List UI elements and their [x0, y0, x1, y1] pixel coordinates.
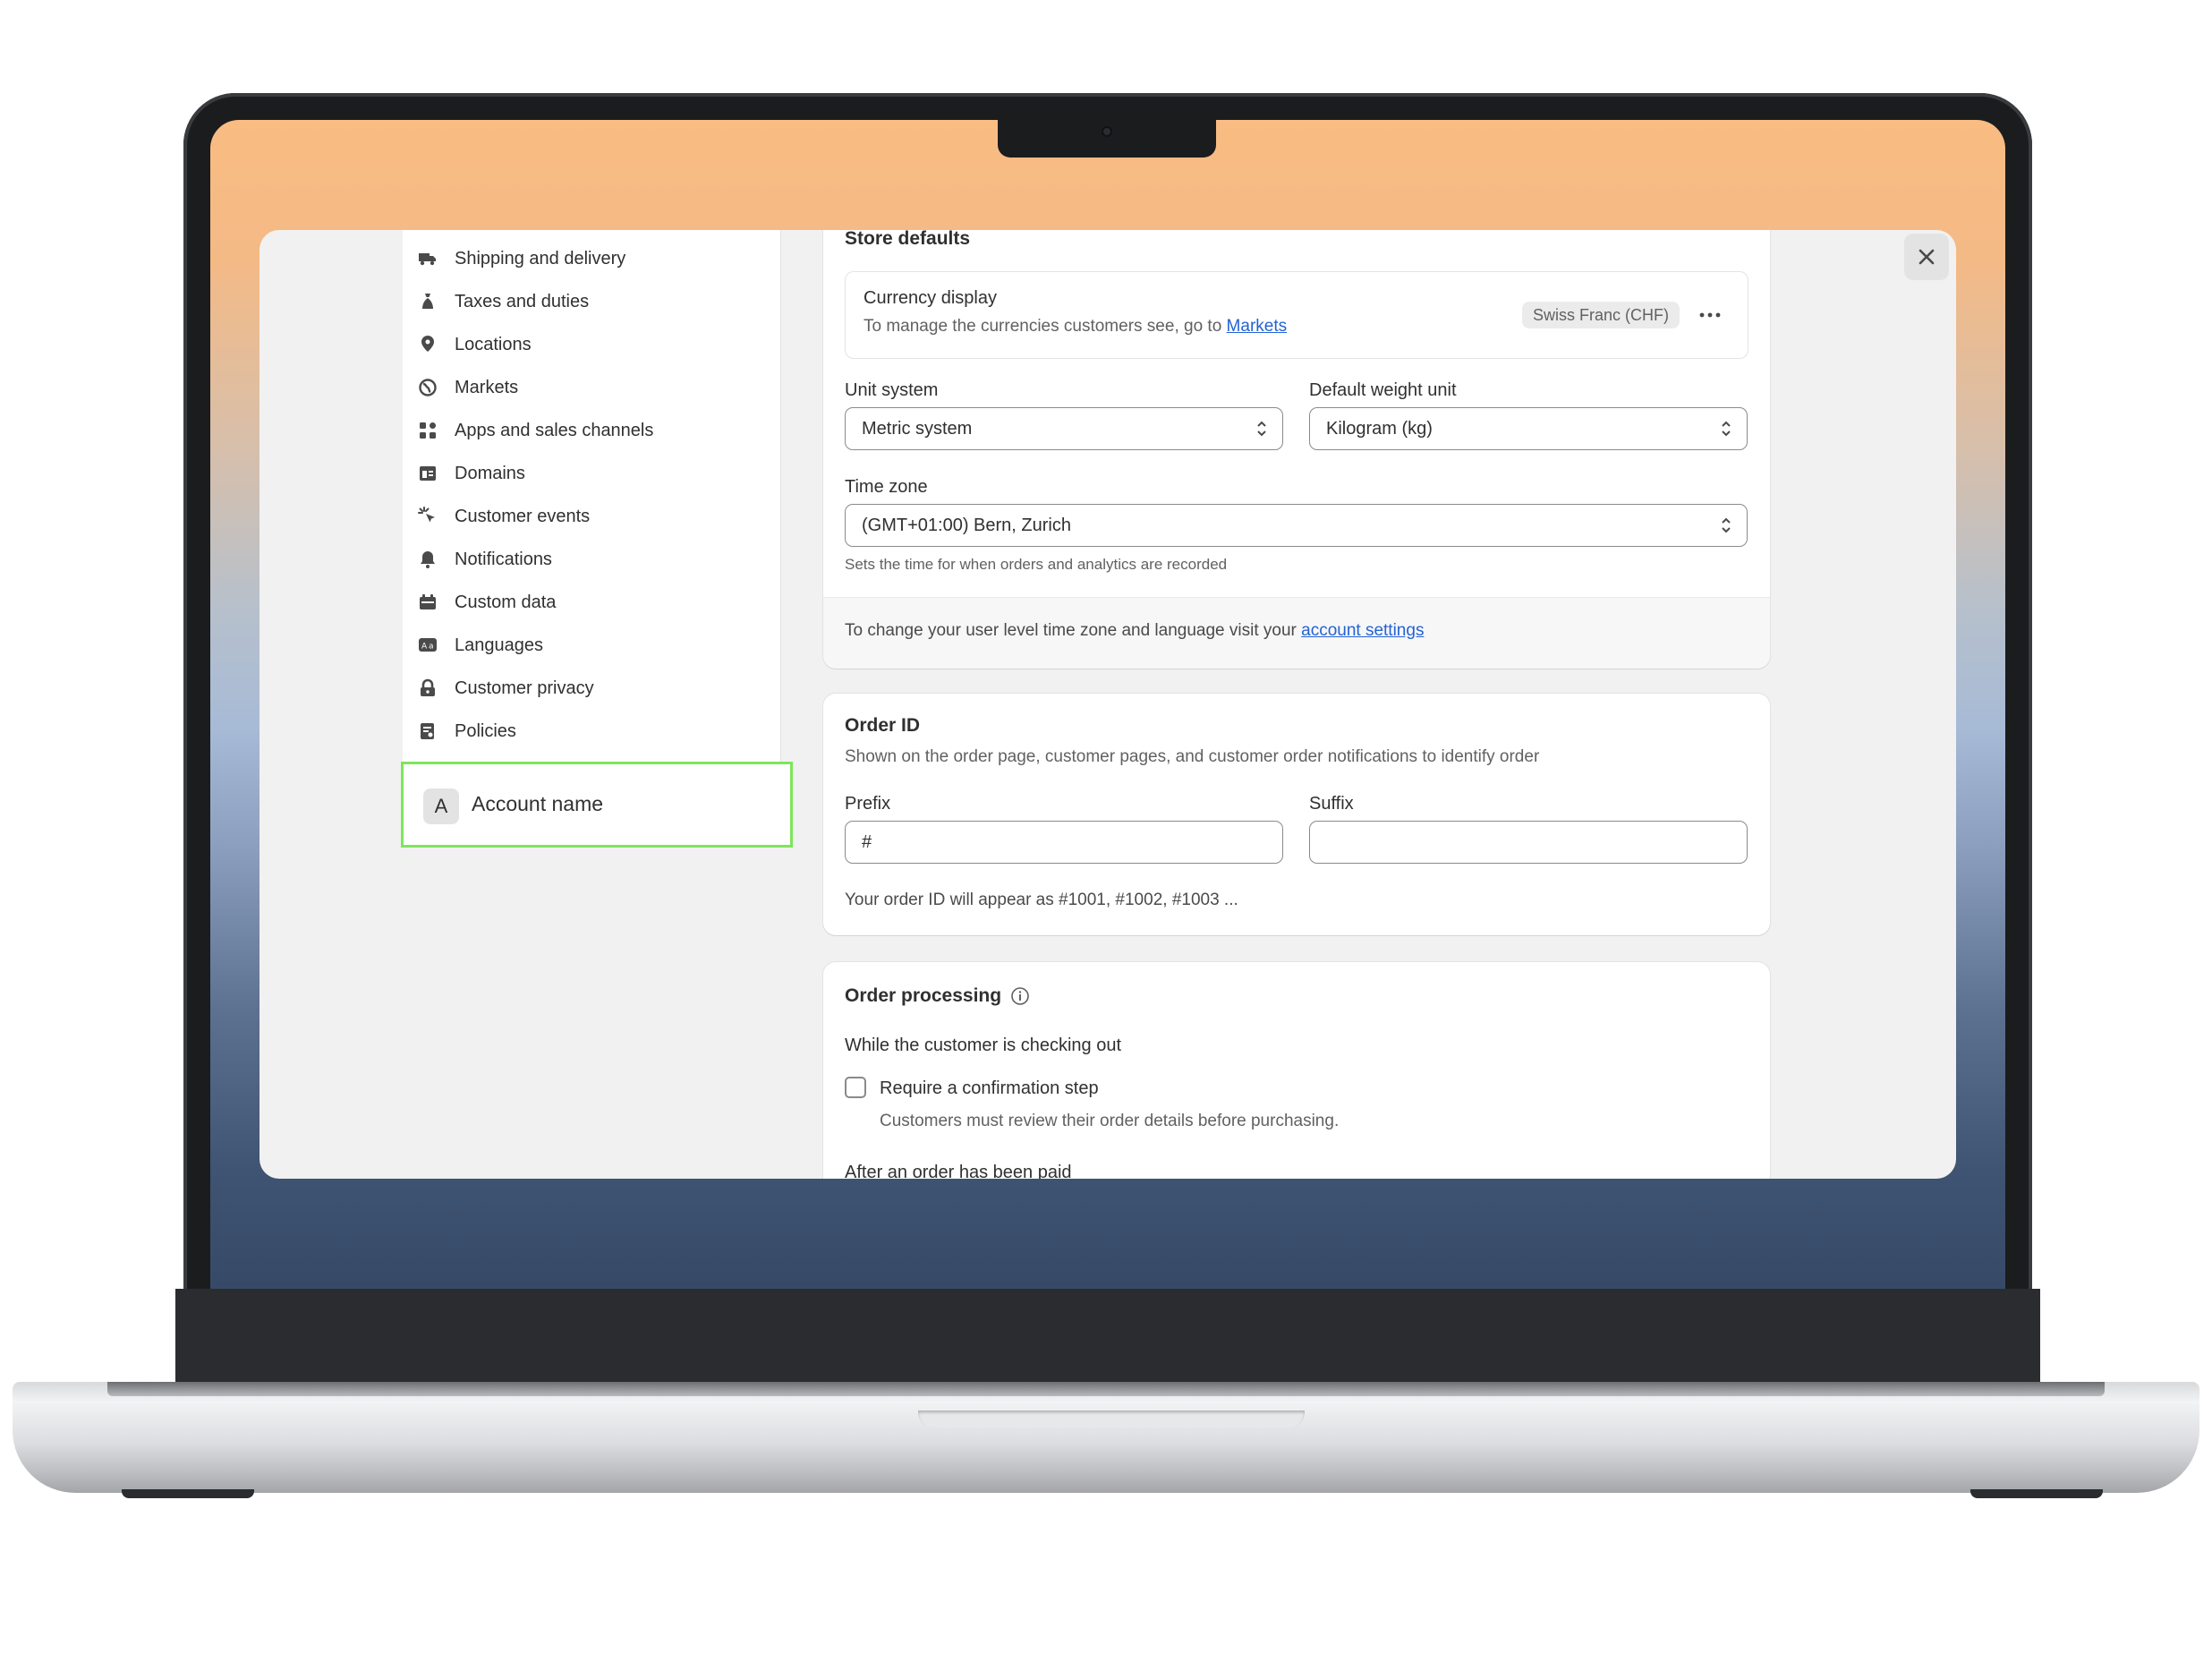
prefix-label: Prefix: [845, 794, 891, 814]
more-horizontal-icon: [1699, 312, 1721, 318]
currency-description-text: To manage the currencies customers see, …: [864, 317, 1222, 336]
more-actions-button[interactable]: [1694, 301, 1726, 329]
suffix-label: Suffix: [1309, 794, 1354, 814]
sidebar-item-customer-privacy[interactable]: Customer privacy: [417, 670, 594, 706]
section-title: Store defaults: [845, 230, 971, 249]
currency-description: To manage the currencies customers see, …: [864, 317, 1287, 337]
account-settings-link[interactable]: account settings: [1301, 621, 1424, 640]
unit-system-value: Metric system: [862, 418, 973, 439]
prefix-value: #: [862, 831, 872, 852]
laptop-chin: [175, 1289, 2040, 1382]
account-menu[interactable]: A Account name: [401, 762, 793, 848]
order-processing-card: Order processing While the customer is c…: [823, 962, 1770, 1179]
currency-title: Currency display: [864, 288, 997, 308]
sidebar-item-label: Customer events: [455, 506, 591, 526]
avatar: A: [423, 788, 459, 824]
order-id-description: Shown on the order page, customer pages,…: [845, 747, 1540, 766]
translate-icon: Aa: [419, 638, 437, 652]
laptop-base: [13, 1382, 2199, 1493]
svg-text:A: A: [421, 643, 428, 652]
time-zone-label: Time zone: [845, 477, 928, 497]
store-defaults-card: Store defaults Currency display To manag…: [823, 230, 1770, 669]
location-pin-icon: [421, 336, 434, 352]
laptop-hinge: [107, 1382, 2105, 1396]
account-settings-note: To change your user level time zone and …: [845, 621, 1424, 641]
confirmation-step-checkbox[interactable]: [845, 1077, 866, 1098]
currency-badge: Swiss Franc (CHF): [1522, 302, 1680, 328]
close-icon: [1918, 249, 1935, 265]
sidebar-item-label: Policies: [455, 720, 516, 741]
order-processing-header: Order processing: [845, 985, 1030, 1007]
store-defaults-footer: To change your user level time zone and …: [823, 597, 1770, 669]
sidebar-item-label: Customer privacy: [455, 678, 594, 698]
svg-text:a: a: [429, 643, 434, 652]
sidebar-item-markets[interactable]: Markets: [417, 370, 518, 405]
sidebar-item-label: Apps and sales channels: [455, 420, 654, 440]
tax-bag-icon: [422, 294, 433, 309]
markets-link[interactable]: Markets: [1227, 317, 1288, 336]
bell-icon: [421, 551, 435, 568]
settings-window: Shipping and delivery Taxes and duties L…: [259, 230, 1956, 1179]
time-zone-help: Sets the time for when orders and analyt…: [845, 556, 1228, 573]
sidebar-item-domains[interactable]: Domains: [417, 456, 525, 491]
sidebar-item-shipping[interactable]: Shipping and delivery: [417, 241, 625, 277]
section-title: Order ID: [845, 715, 921, 736]
checkout-heading: While the customer is checking out: [845, 1036, 1122, 1055]
order-id-preview: Your order ID will appear as #1001, #100…: [845, 891, 1238, 909]
select-chevron-icon: [1722, 421, 1731, 437]
sidebar-item-label: Shipping and delivery: [455, 248, 626, 268]
sidebar-item-label: Domains: [455, 463, 525, 483]
laptop-foot-left: [122, 1489, 254, 1498]
unit-system-select[interactable]: Metric system: [845, 407, 1283, 450]
order-id-card: Order ID Shown on the order page, custom…: [823, 694, 1770, 935]
apps-icon: [420, 422, 436, 439]
suffix-input[interactable]: [1309, 821, 1748, 864]
sidebar-item-locations[interactable]: Locations: [417, 327, 532, 362]
camera-icon: [1102, 126, 1112, 137]
sidebar-item-label: Markets: [455, 377, 519, 397]
prefix-input[interactable]: #: [845, 821, 1283, 864]
laptop-foot-right: [1970, 1489, 2103, 1498]
sidebar-item-policies[interactable]: Policies: [417, 713, 516, 749]
sidebar-item-notifications[interactable]: Notifications: [417, 541, 552, 577]
calendar-data-icon: [420, 594, 436, 609]
sidebar-item-label: Taxes and duties: [455, 291, 590, 311]
confirmation-step-label[interactable]: Require a confirmation step: [880, 1078, 1099, 1099]
weight-unit-value: Kilogram (kg): [1326, 418, 1433, 439]
time-zone-value: (GMT+01:00) Bern, Zurich: [862, 515, 1071, 535]
info-icon[interactable]: [1010, 986, 1030, 1006]
sidebar-item-apps[interactable]: Apps and sales channels: [417, 413, 653, 448]
sidebar-item-customer-events[interactable]: Customer events: [417, 499, 590, 534]
time-zone-select[interactable]: (GMT+01:00) Bern, Zurich: [845, 504, 1748, 547]
unit-system-label: Unit system: [845, 380, 939, 400]
sidebar-item-languages[interactable]: Aa Languages: [417, 627, 543, 663]
select-chevron-icon: [1722, 517, 1731, 533]
account-name: Account name: [472, 792, 604, 815]
weight-unit-select[interactable]: Kilogram (kg): [1309, 407, 1748, 450]
footer-text: To change your user level time zone and …: [845, 621, 1297, 640]
confirmation-step-help: Customers must review their order detail…: [880, 1112, 1340, 1130]
policy-icon: [421, 723, 434, 739]
after-paid-heading: After an order has been paid: [845, 1163, 1072, 1179]
sidebar-item-label: Locations: [455, 334, 532, 354]
sidebar-item-label: Notifications: [455, 549, 552, 569]
select-chevron-icon: [1257, 421, 1266, 437]
currency-display-box: Currency display To manage the currencie…: [845, 271, 1748, 359]
sidebar-item-custom-data[interactable]: Custom data: [417, 584, 556, 620]
sidebar-item-label: Languages: [455, 635, 543, 655]
domain-icon: [420, 466, 436, 481]
section-title: Order processing: [845, 985, 1002, 1006]
cursor-click-icon: [418, 507, 435, 523]
trackpad-notch: [918, 1411, 1305, 1428]
globe-icon: [419, 379, 437, 396]
settings-sidebar: Shipping and delivery Taxes and duties L…: [403, 230, 781, 848]
close-button[interactable]: [1904, 234, 1949, 280]
sidebar-item-taxes[interactable]: Taxes and duties: [417, 284, 589, 320]
sidebar-item-label: Custom data: [455, 592, 557, 612]
lock-icon: [421, 678, 435, 696]
weight-unit-label: Default weight unit: [1309, 380, 1457, 400]
truck-icon: [419, 253, 436, 266]
